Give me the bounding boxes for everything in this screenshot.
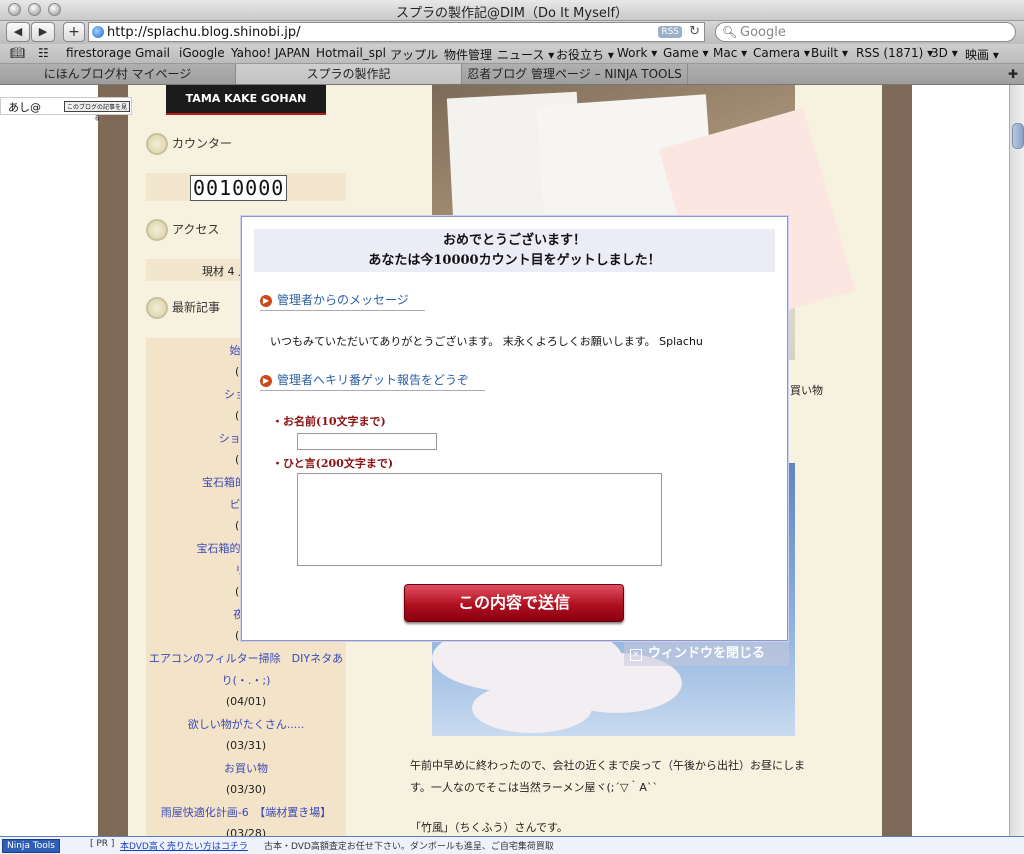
magnifier-icon: 🔍︎	[722, 25, 738, 39]
modal-header: おめでとうございます！ あなたは今10000カウント目をゲットしました！	[254, 229, 775, 272]
recent-article-date: (03/30)	[225, 783, 267, 796]
seal-icon	[146, 297, 168, 319]
comment-textarea[interactable]	[297, 473, 662, 566]
play-arrow-icon: ▶	[260, 374, 272, 387]
post-paragraph: 午前中早めに終わったので、会社の近くまで戻って（午後から出社）お昼にします。一人…	[410, 759, 806, 794]
modal-headline: あなたは今10000カウント目をゲットしました！	[368, 253, 661, 268]
photo-blossom	[472, 683, 592, 733]
ad-text: 古本・DVD高額査定お任せ下さい。ダンボールも進呈、ご自宅集荷買取	[264, 842, 554, 852]
page-margin-right	[912, 85, 1009, 836]
address-bar[interactable]: http://splachu.blog.shinobi.jp/ RSS ↻	[88, 22, 705, 42]
window-titlebar: スプラの製作記@DIM（Do It Myself）	[0, 0, 1024, 21]
search-field[interactable]: 🔍︎ Google	[715, 22, 1016, 42]
page-margin-left	[0, 85, 98, 836]
close-icon: ✕	[630, 649, 642, 661]
rss-button[interactable]: RSS	[658, 26, 682, 38]
bookmark-hotmail[interactable]: Hotmail_spl	[316, 46, 386, 60]
post-paragraph: 「竹風」（ちくふう）さんです。	[410, 821, 568, 834]
forward-button[interactable]: ▶	[31, 22, 55, 42]
submit-button[interactable]: この内容で送信	[404, 584, 624, 622]
recent-article-date: (04/01)	[225, 695, 267, 708]
bookmark-mac[interactable]: Mac ▾	[713, 46, 747, 60]
name-label: ・お名前(10文字まで)	[272, 415, 386, 428]
ashi-widget[interactable]: あし@ このブログの記事を見る	[0, 97, 132, 122]
report-heading: ▶ 管理者へキリ番ゲット報告をどうぞ	[260, 371, 486, 391]
ashi-label: あし@	[8, 101, 41, 114]
scrollbar-thumb[interactable]	[1012, 123, 1024, 149]
frame-left	[98, 85, 128, 836]
kiriban-modal: おめでとうございます！ あなたは今10000カウント目をゲットしました！ ▶ 管理…	[241, 216, 788, 641]
name-input[interactable]	[297, 433, 437, 450]
back-button[interactable]: ◀	[6, 22, 30, 42]
tab-splachu[interactable]: スプラの製作記	[236, 64, 462, 84]
side-text: 買い物	[790, 384, 823, 397]
frame-right	[882, 85, 912, 836]
admin-message: いつもみていただいてありがとうございます。 末永くよろしくお願いします。 Spl…	[270, 335, 703, 348]
ad-link-text[interactable]: 本DVD高く売りたい方はコチラ	[120, 842, 248, 852]
modal-headline: おめでとうございます！	[442, 233, 586, 248]
bookmark-work[interactable]: Work ▾	[617, 46, 657, 60]
book-icon[interactable]: 📖︎	[10, 46, 25, 60]
bookmark-rss[interactable]: RSS (1871) ▾	[856, 46, 933, 60]
seal-icon	[146, 219, 168, 241]
recent-article-link[interactable]: り(・.・;)	[146, 672, 346, 688]
recent-article-link[interactable]: 雨屋快適化計画-6 【端材置き場】	[146, 804, 346, 820]
counter-band: 0010000	[146, 173, 346, 201]
reload-icon[interactable]: ↻	[689, 24, 700, 39]
comment-label: ・ひと言(200文字まで)	[272, 457, 394, 470]
bookmark-gmail[interactable]: Gmail	[135, 46, 170, 60]
bookmark-firestorage[interactable]: firestorage	[66, 46, 131, 60]
ashi-view-button[interactable]: このブログの記事を見る	[64, 101, 130, 122]
recent-article-link[interactable]: 欲しい物がたくさん.....	[146, 716, 346, 732]
new-tab-button[interactable]: ✚	[1002, 64, 1024, 84]
bookmark-built[interactable]: Built ▾	[811, 46, 848, 60]
bookmark-igoogle[interactable]: iGoogle	[179, 46, 225, 60]
recent-article-date: (03/28)	[225, 827, 267, 836]
blog-logo[interactable]: TAMA KAKE GOHAN	[166, 85, 326, 115]
bookmark-movie[interactable]: 映画 ▾	[965, 46, 999, 63]
visitor-counter: 0010000	[190, 175, 288, 201]
window-title: スプラの製作記@DIM（Do It Myself）	[395, 6, 629, 21]
ad-link[interactable]: 本DVD高く売りたい方はコチラ	[120, 839, 248, 852]
recent-heading: 最新記事	[146, 297, 220, 319]
address-text[interactable]: http://splachu.blog.shinobi.jp/	[107, 25, 300, 40]
access-heading: アクセス	[146, 219, 219, 241]
browser-toolbar: ◀ ▶ + http://splachu.blog.shinobi.jp/ RS…	[0, 21, 1024, 44]
grid-icon[interactable]: ☷	[38, 46, 49, 60]
bookmark-news[interactable]: ニュース ▾	[497, 46, 554, 63]
counter-heading: カウンター	[146, 133, 232, 155]
bookmark-game[interactable]: Game ▾	[663, 46, 709, 60]
vertical-scrollbar[interactable]	[1009, 85, 1024, 836]
ninja-tools-button[interactable]: Ninja Tools	[2, 839, 60, 853]
recent-article-link[interactable]: お買い物	[146, 760, 346, 776]
bookmark-camera[interactable]: Camera ▾	[753, 46, 810, 60]
recent-article-date: (03/31)	[225, 739, 267, 752]
globe-icon	[92, 26, 104, 38]
bookmark-property[interactable]: 物件管理	[444, 46, 492, 63]
play-arrow-icon: ▶	[260, 294, 272, 307]
recent-article-link[interactable]: エアコンのフィルター掃除 DIYネタあ	[146, 650, 346, 666]
tab-nihon-blog[interactable]: にほんブログ村 マイページ	[0, 64, 236, 84]
tab-ninja-tools[interactable]: 忍者ブログ 管理ページ – NINJA TOOLS	[462, 64, 688, 84]
bookmark-3d[interactable]: 3D ▾	[931, 46, 958, 60]
pr-label: [ PR ]	[90, 839, 115, 849]
bookmark-useful[interactable]: お役立ち ▾	[556, 46, 614, 63]
search-placeholder: Google	[740, 25, 786, 40]
admin-message-heading: ▶ 管理者からのメッセージ	[260, 291, 425, 311]
bookmark-yahoo[interactable]: Yahoo! JAPAN	[231, 46, 310, 60]
add-bookmark-button[interactable]: +	[63, 22, 85, 42]
seal-icon	[146, 133, 168, 155]
tab-bar: にほんブログ村 マイページ スプラの製作記 忍者ブログ 管理ページ – NINJ…	[0, 64, 1024, 85]
ninja-tools-bar: Ninja Tools [ PR ] 本DVD高く売りたい方はコチラ 古本・DV…	[0, 836, 1024, 854]
bookmark-apple[interactable]: アップル	[390, 46, 438, 63]
bookmarks-bar: 📖︎ ☷ firestorage Gmail iGoogle Yahoo! JA…	[0, 44, 1024, 64]
close-window-link[interactable]: ✕ ウィンドウを閉じる	[624, 642, 789, 666]
